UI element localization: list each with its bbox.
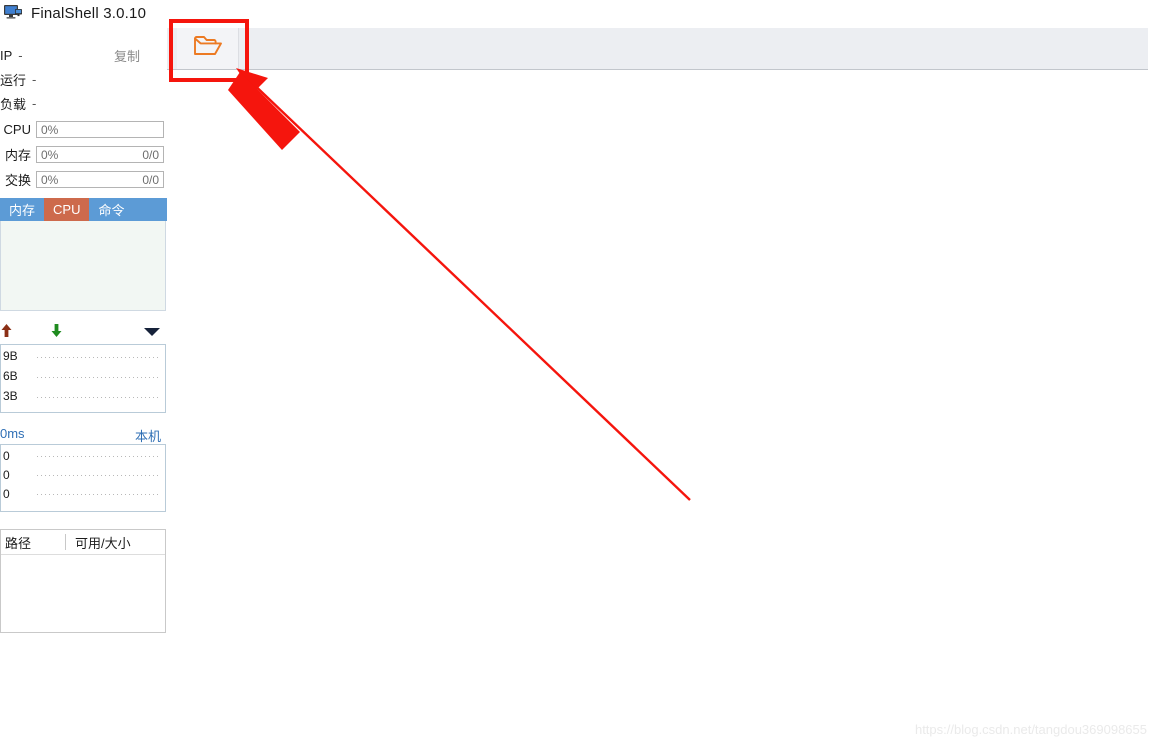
network-gridline-2 xyxy=(37,397,160,398)
network-traffic-panel: 9B 6B 3B xyxy=(0,320,167,415)
ping-axis-label-1: 0 xyxy=(3,468,10,482)
ping-latency-panel: 0ms 本机 0 0 0 xyxy=(0,424,167,516)
meter-label-memory: 内存 xyxy=(4,148,31,163)
disk-table-body xyxy=(1,555,165,631)
open-folder-icon xyxy=(193,34,223,64)
meter-label-swap: 交换 xyxy=(4,173,31,188)
disk-column-available-size[interactable]: 可用/大小 xyxy=(66,533,131,552)
ping-axis-label-2: 0 xyxy=(3,487,10,501)
meter-percent-memory: 0% xyxy=(41,147,59,162)
title-bar: FinalShell 3.0.10 xyxy=(0,0,1151,26)
tab-cpu-label: CPU xyxy=(53,202,81,217)
ping-chart: 0 0 0 xyxy=(0,444,166,512)
network-chart: 9B 6B 3B xyxy=(0,344,166,413)
ping-gridline-2 xyxy=(37,494,160,495)
network-gridline-1 xyxy=(37,377,160,378)
watermark-text: https://blog.csdn.net/tangdou369098655 xyxy=(914,722,1147,737)
info-value-load: - xyxy=(32,95,37,111)
main-content-area xyxy=(167,70,1151,743)
network-gridline-0 xyxy=(37,357,160,358)
meter-fraction-swap: 0/0 xyxy=(142,172,159,187)
info-label-uptime: 运行 xyxy=(0,72,27,88)
chevron-down-icon[interactable] xyxy=(144,328,160,336)
meter-bar-cpu: 0% xyxy=(36,121,164,138)
tab-command[interactable]: 命令 xyxy=(89,198,133,221)
meter-percent-swap: 0% xyxy=(41,172,59,187)
info-row-ip: IP - 复制 xyxy=(0,44,167,66)
tab-content-panel xyxy=(0,221,166,311)
disk-usage-table: 路径 可用/大小 xyxy=(0,529,166,633)
info-row-load: 负载 - xyxy=(0,92,167,114)
network-axis-label-1: 6B xyxy=(3,369,18,383)
window-title: FinalShell 3.0.10 xyxy=(31,4,147,22)
info-label-ip: IP xyxy=(0,47,13,63)
network-header xyxy=(0,320,167,346)
upload-arrow-icon xyxy=(0,323,13,343)
network-axis-label-0: 9B xyxy=(3,349,18,363)
ping-gridline-1 xyxy=(37,475,160,476)
meter-fraction-memory: 0/0 xyxy=(142,147,159,162)
upload-indicator xyxy=(0,323,16,343)
tab-memory[interactable]: 内存 xyxy=(0,198,44,221)
open-folder-button[interactable] xyxy=(177,28,239,69)
meter-bar-memory: 0% 0/0 xyxy=(36,146,164,163)
meter-label-cpu: CPU xyxy=(3,122,31,137)
info-row-uptime: 运行 - xyxy=(0,68,167,90)
meter-row-swap: 交换 0% 0/0 xyxy=(0,169,167,190)
info-label-load: 负载 xyxy=(0,96,27,112)
main-toolbar xyxy=(167,28,1148,70)
download-indicator xyxy=(50,323,66,343)
ping-header: 0ms 本机 xyxy=(0,424,167,446)
info-value-uptime: - xyxy=(32,71,37,87)
info-value-ip: - xyxy=(18,47,23,63)
monitor-icon xyxy=(3,4,23,22)
copy-ip-link[interactable]: 复制 xyxy=(114,46,140,65)
meter-bar-swap: 0% 0/0 xyxy=(36,171,164,188)
ping-latency-value: 0ms xyxy=(0,426,25,441)
finalshell-window: FinalShell 3.0.10 IP - 复制 运行 - 负载 - CPU … xyxy=(0,0,1151,743)
disk-column-path[interactable]: 路径 xyxy=(1,533,65,552)
meter-row-cpu: CPU 0% xyxy=(0,119,167,140)
disk-table-header: 路径 可用/大小 xyxy=(1,530,165,555)
ping-host-label[interactable]: 本机 xyxy=(135,426,161,445)
monitor-tab-bar: 内存 CPU 命令 xyxy=(0,198,167,221)
tab-memory-label: 内存 xyxy=(9,203,36,218)
network-axis-label-2: 3B xyxy=(3,389,18,403)
meter-row-memory: 内存 0% 0/0 xyxy=(0,144,167,165)
meter-percent-cpu: 0% xyxy=(41,122,59,137)
tab-command-label: 命令 xyxy=(98,203,125,218)
download-arrow-icon xyxy=(50,323,63,343)
ping-gridline-0 xyxy=(37,456,160,457)
ping-axis-label-0: 0 xyxy=(3,449,10,463)
tab-cpu[interactable]: CPU xyxy=(44,198,90,221)
